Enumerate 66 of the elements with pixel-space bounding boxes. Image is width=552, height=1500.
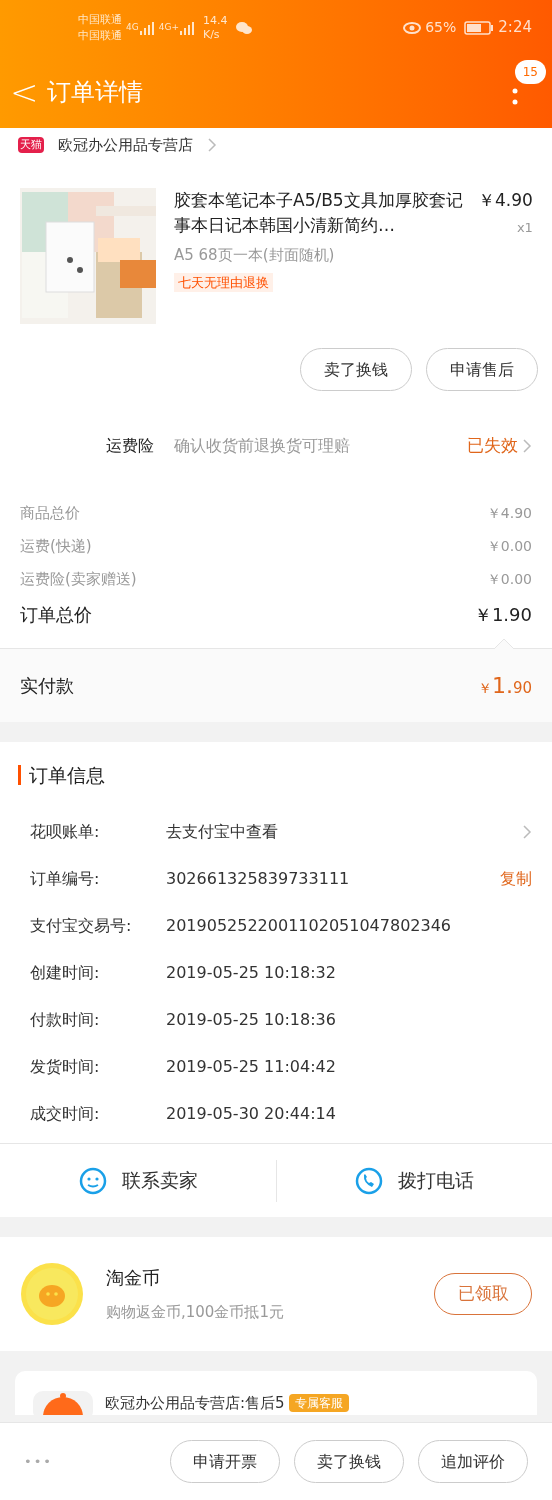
coins-subtitle: 购物返金币,100金币抵1元 [106,1302,284,1324]
section-title: 订单信息 [29,762,105,788]
speed-value: 14.4 [202,13,228,28]
chevron-right-icon [522,823,532,840]
service-name[interactable]: 欧冠办公用品专营店:售后5 [105,1391,285,1414]
network-label: 4G+ [158,20,179,34]
insurance-label: 运费险 [105,435,154,457]
info-value[interactable]: 去支付宝中查看 [166,819,278,844]
section-marker [18,765,21,785]
info-label: 订单编号: [30,867,101,890]
info-value: 2019-05-25 11:04:42 [166,1055,336,1078]
price-value: ￥0.00 [486,537,532,556]
product-sku: A5 68页一本(封面随机) [174,245,336,266]
paid-label: 实付款 [20,674,74,698]
tmall-badge: 天猫 [18,136,44,154]
info-value: 2019-05-25 10:18:32 [166,961,336,984]
info-value: 2019-05-25 10:18:36 [166,1008,336,1031]
chat-bubble-icon [77,1165,108,1196]
paid-amount: ￥1.90 [477,672,532,700]
battery-percent: 65% [425,18,457,37]
battery-icon [464,20,495,35]
info-label: 付款时间: [30,1008,101,1031]
exclusive-service-tag: 专属客服 [288,1393,349,1412]
info-label: 支付宝交易号: [30,914,133,937]
notification-badge: 15 [514,60,546,84]
signal-icon [138,20,155,35]
price-value: ￥0.00 [486,570,532,589]
chat-icon [235,20,254,35]
product-price: ￥4.90 [478,189,533,212]
insurance-description: 确认收货前退换货可理赔 [174,435,351,457]
phone-icon [354,1165,385,1196]
contact-button[interactable]: 联系卖家 [0,1144,276,1217]
shop-avatar-icon [33,1391,93,1415]
signal-icon [178,20,195,35]
chevron-right-icon [522,438,532,454]
return-policy-tag: 七天无理由退换 [174,272,273,292]
product-quantity: x1 [516,218,533,237]
info-value: 302661325839733111 [166,867,350,890]
price-label: 商品总价 [20,503,80,525]
info-label: 发货时间: [30,1055,101,1078]
price-label: 运费险(卖家赠送) [20,569,137,591]
more-icon[interactable] [512,88,518,106]
info-label: 成交时间: [30,1102,101,1125]
carrier-label: 中国联通 [78,27,122,44]
speed-unit: K/s [202,27,221,42]
store-name[interactable]: 欧冠办公用品专营店 [58,133,193,157]
info-label: 花呗账单: [30,820,101,843]
chevron-right-icon [207,137,217,153]
coins-title: 淘金币 [106,1266,161,1291]
carrier-label: 中国联通 [78,11,122,28]
info-value: 2019-05-30 20:44:14 [166,1102,336,1125]
product-title[interactable]: 胶套本笔记本子A5/B5文具加厚胶套记事本日记本韩国小清新简约… [174,188,470,238]
network-label: 4G [126,20,139,34]
price-label: 运费(快递) [20,536,92,558]
total-value: ￥1.90 [473,602,532,627]
clock-time: 2:24 [498,17,532,39]
price-value: ￥4.90 [486,504,532,523]
total-label: 订单总价 [20,602,92,627]
copy-button[interactable]: 复制 [500,866,532,891]
insurance-status[interactable]: 已失效 [467,433,518,459]
contact-button[interactable]: 拨打电话 [276,1144,552,1217]
info-label: 创建时间: [30,961,101,984]
page-title: 订单详情 [46,76,143,108]
info-value: 2019052522001102051047802346 [166,914,452,937]
eye-icon [403,21,422,34]
coin-icon [20,1262,84,1326]
